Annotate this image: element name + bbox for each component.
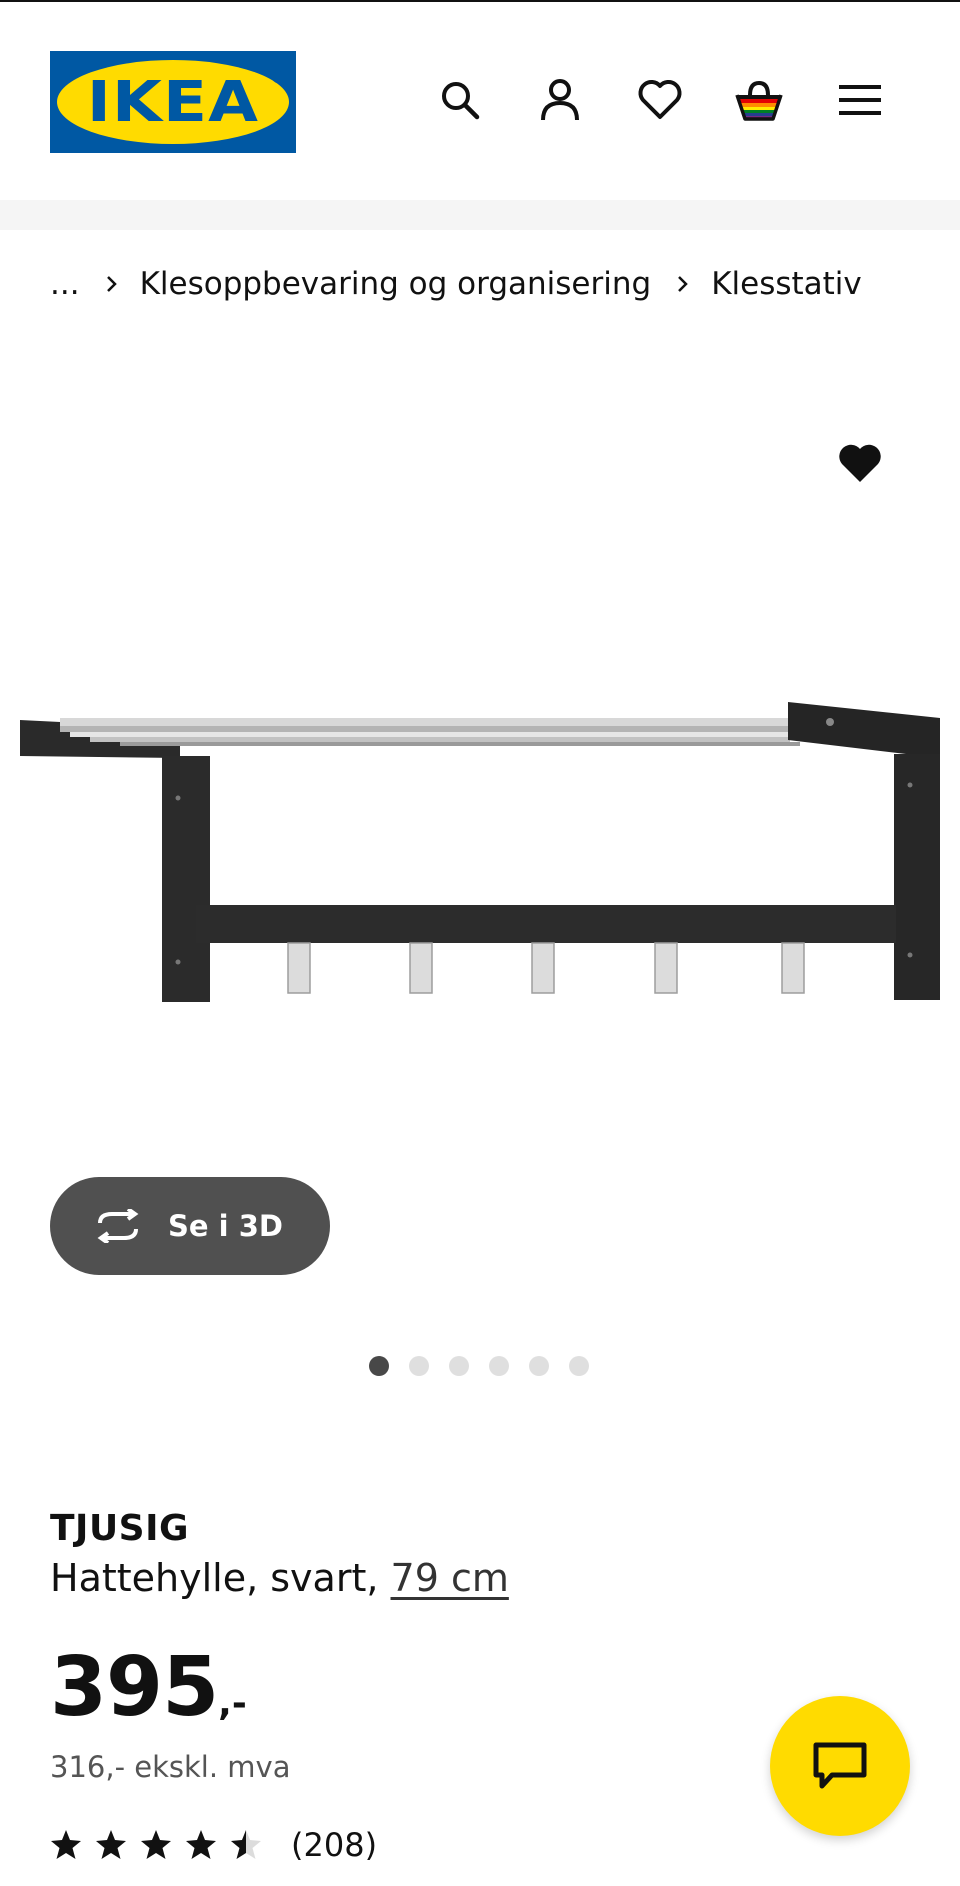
registered-mark — [272, 71, 284, 83]
star-icon — [51, 1830, 81, 1859]
chat-button[interactable] — [770, 1696, 910, 1836]
chat-bubble-icon — [813, 1742, 867, 1789]
star-icon — [96, 1830, 126, 1859]
header-divider-band — [0, 200, 960, 230]
account-icon[interactable] — [534, 74, 586, 126]
carousel-dot-6[interactable] — [569, 1356, 589, 1376]
chevron-right-icon — [106, 275, 118, 293]
carousel-dot-3[interactable] — [449, 1356, 469, 1376]
ikea-logo[interactable]: IKEA — [50, 51, 296, 153]
logo-text: IKEA — [86, 69, 260, 135]
half-star-icon — [231, 1830, 261, 1859]
site-header: IKEA — [0, 2, 960, 200]
image-carousel-indicator — [369, 1356, 589, 1376]
price-excluding-vat: 316,- ekskl. mva — [50, 1750, 291, 1784]
breadcrumb: ... Klesoppbevaring og organisering Kles… — [50, 262, 862, 306]
chevron-right-icon — [677, 275, 689, 293]
product-size-link[interactable]: 79 cm — [391, 1556, 509, 1600]
shopping-bag-icon[interactable] — [733, 74, 785, 126]
breadcrumb-ellipsis[interactable]: ... — [50, 266, 80, 302]
heart-icon[interactable] — [634, 74, 686, 126]
carousel-dot-5[interactable] — [529, 1356, 549, 1376]
carousel-dot-4[interactable] — [489, 1356, 509, 1376]
save-to-favourites-button[interactable] — [834, 438, 886, 490]
product-name: TJUSIG — [50, 1508, 190, 1549]
product-price: 395 ,- — [50, 1640, 247, 1735]
product-type-text: Hattehylle, svart, — [50, 1556, 391, 1600]
star-icon — [186, 1830, 216, 1859]
view-in-3d-button[interactable]: Se i 3D — [50, 1177, 330, 1275]
breadcrumb-item-clothes-storage[interactable]: Klesoppbevaring og organisering — [140, 266, 652, 302]
rotate-3d-icon — [92, 1209, 144, 1243]
carousel-dot-1[interactable] — [369, 1356, 389, 1376]
breadcrumb-item-clothes-racks[interactable]: Klesstativ — [711, 266, 862, 302]
menu-icon[interactable] — [834, 74, 886, 126]
carousel-dot-2[interactable] — [409, 1356, 429, 1376]
review-count[interactable]: (208) — [291, 1826, 377, 1864]
star-icon — [141, 1830, 171, 1859]
price-integer: 395 — [50, 1640, 219, 1735]
price-suffix: ,- — [218, 1683, 247, 1724]
product-description: Hattehylle, svart, 79 cm — [50, 1556, 509, 1600]
product-rating[interactable]: (208) — [50, 1826, 377, 1864]
search-icon[interactable] — [434, 74, 486, 126]
view-in-3d-label: Se i 3D — [168, 1209, 283, 1243]
product-image[interactable] — [0, 330, 960, 1230]
